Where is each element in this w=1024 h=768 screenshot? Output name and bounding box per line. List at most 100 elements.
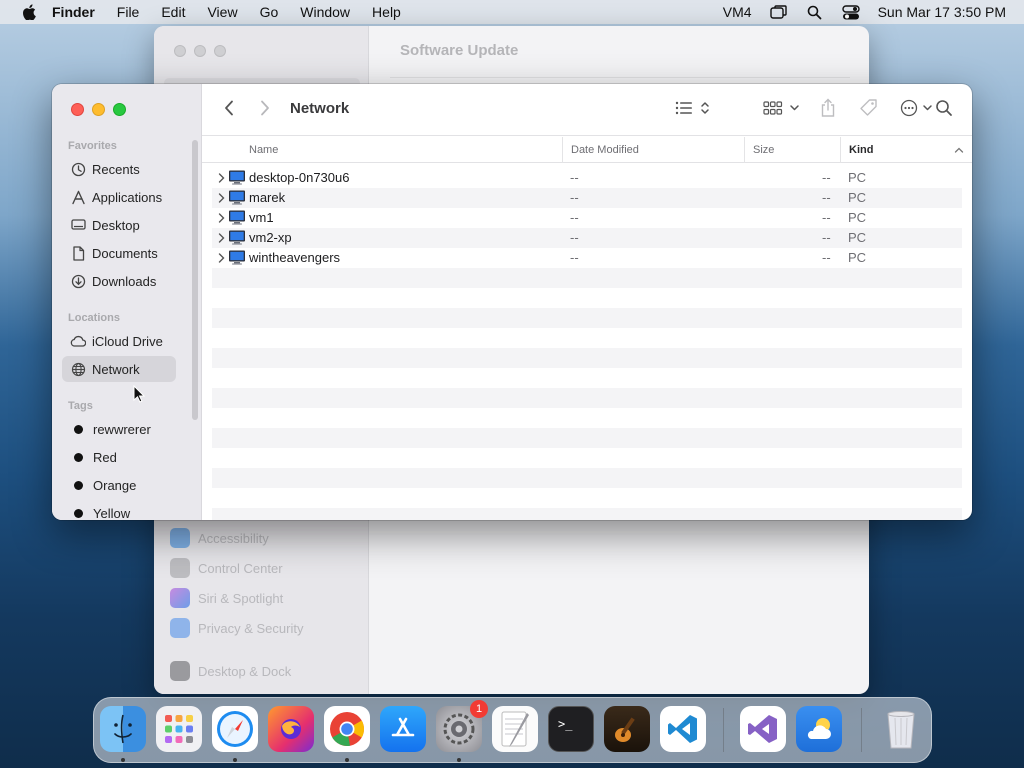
column-name[interactable]: Name <box>202 137 562 163</box>
system-settings-icon[interactable]: 1 <box>436 700 488 752</box>
control-center-settings-icon <box>170 558 190 578</box>
back-button[interactable] <box>220 98 238 122</box>
textedit-icon[interactable] <box>492 706 538 752</box>
running-indicator <box>345 758 349 762</box>
applications-icon <box>70 189 86 205</box>
menu-bar: Finder File Edit View Go Window Help VM4… <box>0 0 1024 24</box>
sidebar-item-documents[interactable]: Documents <box>62 240 176 266</box>
sidebar-item-recents[interactable]: Recents <box>62 156 176 182</box>
forward-button[interactable] <box>256 98 274 122</box>
document-icon <box>70 245 86 261</box>
finder-sidebar: Favorites Recents Applications Desktop D… <box>52 84 202 520</box>
chevron-left-icon <box>224 100 234 121</box>
menu-help[interactable]: Help <box>372 4 401 20</box>
sidebar-item-label: Desktop <box>92 217 140 233</box>
menu-app-name[interactable]: Finder <box>52 4 95 20</box>
table-row[interactable]: wintheavengers -- -- PC <box>212 248 962 268</box>
visual-studio-icon[interactable] <box>740 706 786 752</box>
status-label[interactable]: VM4 <box>723 4 752 20</box>
finder-window: Favorites Recents Applications Desktop D… <box>52 84 972 520</box>
settings-item-privacy-security[interactable]: Privacy & Security <box>170 618 303 638</box>
sidebar-item-label: Network <box>92 361 140 377</box>
empty-row <box>212 368 962 388</box>
search-button[interactable] <box>932 98 956 122</box>
safari-icon[interactable] <box>212 706 258 752</box>
row-date: -- <box>570 250 579 265</box>
settings-item-control-center[interactable]: Control Center <box>170 558 283 578</box>
sidebar-tag-red[interactable]: Red <box>62 444 176 470</box>
terminal-icon[interactable]: >_ <box>548 706 594 752</box>
table-row[interactable]: marek -- -- PC <box>212 188 962 208</box>
table-row[interactable]: desktop-0n730u6 -- -- PC <box>212 168 962 188</box>
row-name: vm2-xp <box>249 230 292 245</box>
zoom-button[interactable] <box>113 103 126 116</box>
share-button[interactable] <box>818 98 838 122</box>
column-label: Name <box>249 144 279 156</box>
settings-item-siri-spotlight[interactable]: Siri & Spotlight <box>170 588 283 608</box>
sort-ascending-icon <box>954 145 964 157</box>
column-kind[interactable]: Kind <box>840 137 972 163</box>
row-date: -- <box>570 170 579 185</box>
tag-button[interactable] <box>858 98 880 122</box>
row-name: marek <box>249 190 286 205</box>
sidebar-item-downloads[interactable]: Downloads <box>62 268 176 294</box>
menu-clock[interactable]: Sun Mar 17 3:50 PM <box>878 4 1006 20</box>
sidebar-scrollbar[interactable] <box>192 140 198 420</box>
group-by-button[interactable] <box>762 98 802 122</box>
launchpad-icon[interactable] <box>156 706 202 752</box>
empty-row <box>212 488 962 508</box>
column-size[interactable]: Size <box>744 137 840 163</box>
weather-icon[interactable] <box>796 706 842 752</box>
garageband-icon[interactable] <box>604 706 650 752</box>
sidebar-item-network[interactable]: Network <box>62 356 176 382</box>
favorites-header: Favorites <box>68 140 117 152</box>
settings-item-accessibility[interactable]: Accessibility <box>170 528 269 548</box>
control-center-icon[interactable] <box>841 4 860 20</box>
sidebar-tag-orange[interactable]: Orange <box>62 472 176 498</box>
column-date-modified[interactable]: Date Modified <box>562 137 744 163</box>
menu-view[interactable]: View <box>207 4 237 20</box>
globe-icon <box>70 361 86 377</box>
table-row[interactable]: vm1 -- -- PC <box>212 208 962 228</box>
disclosure-chevron-icon[interactable] <box>216 252 226 264</box>
disclosure-chevron-icon[interactable] <box>216 192 226 204</box>
table-row[interactable]: vm2-xp -- -- PC <box>212 228 962 248</box>
minimize-button[interactable] <box>92 103 105 116</box>
sidebar-tag-rewwrerer[interactable]: rewwrerer <box>62 416 176 442</box>
accessibility-icon <box>170 528 190 548</box>
sidebar-item-icloud-drive[interactable]: iCloud Drive <box>62 328 176 354</box>
chrome-icon[interactable] <box>324 706 370 752</box>
window-switcher-icon[interactable] <box>769 4 788 20</box>
menu-go[interactable]: Go <box>260 4 279 20</box>
row-kind: PC <box>848 230 867 245</box>
app-store-icon[interactable] <box>380 706 426 752</box>
empty-row <box>212 328 962 348</box>
settings-item-desktop-dock[interactable]: Desktop & Dock <box>170 661 291 681</box>
clock-icon <box>70 161 86 177</box>
sidebar-item-applications[interactable]: Applications <box>62 184 176 210</box>
settings-zoom-button[interactable] <box>214 45 226 57</box>
close-button[interactable] <box>71 103 84 116</box>
menu-edit[interactable]: Edit <box>161 4 185 20</box>
settings-close-button[interactable] <box>174 45 186 57</box>
siri-icon <box>170 588 190 608</box>
menu-window[interactable]: Window <box>300 4 350 20</box>
firefox-icon[interactable] <box>268 706 314 752</box>
disclosure-chevron-icon[interactable] <box>216 232 226 244</box>
sidebar-tag-yellow[interactable]: Yellow <box>62 500 176 520</box>
chevron-right-icon <box>260 100 270 121</box>
apple-menu-icon[interactable] <box>18 4 40 20</box>
trash-icon[interactable] <box>878 706 924 752</box>
vscode-icon[interactable] <box>660 706 706 752</box>
empty-row <box>212 308 962 328</box>
sidebar-item-desktop[interactable]: Desktop <box>62 212 176 238</box>
menu-file[interactable]: File <box>117 4 140 20</box>
view-mode-button[interactable] <box>672 98 712 122</box>
disclosure-chevron-icon[interactable] <box>216 172 226 184</box>
settings-minimize-button[interactable] <box>194 45 206 57</box>
disclosure-chevron-icon[interactable] <box>216 212 226 224</box>
spotlight-search-icon[interactable] <box>806 4 824 20</box>
notification-badge: 1 <box>470 700 488 718</box>
running-indicator <box>457 758 461 762</box>
finder-icon[interactable] <box>100 706 146 752</box>
